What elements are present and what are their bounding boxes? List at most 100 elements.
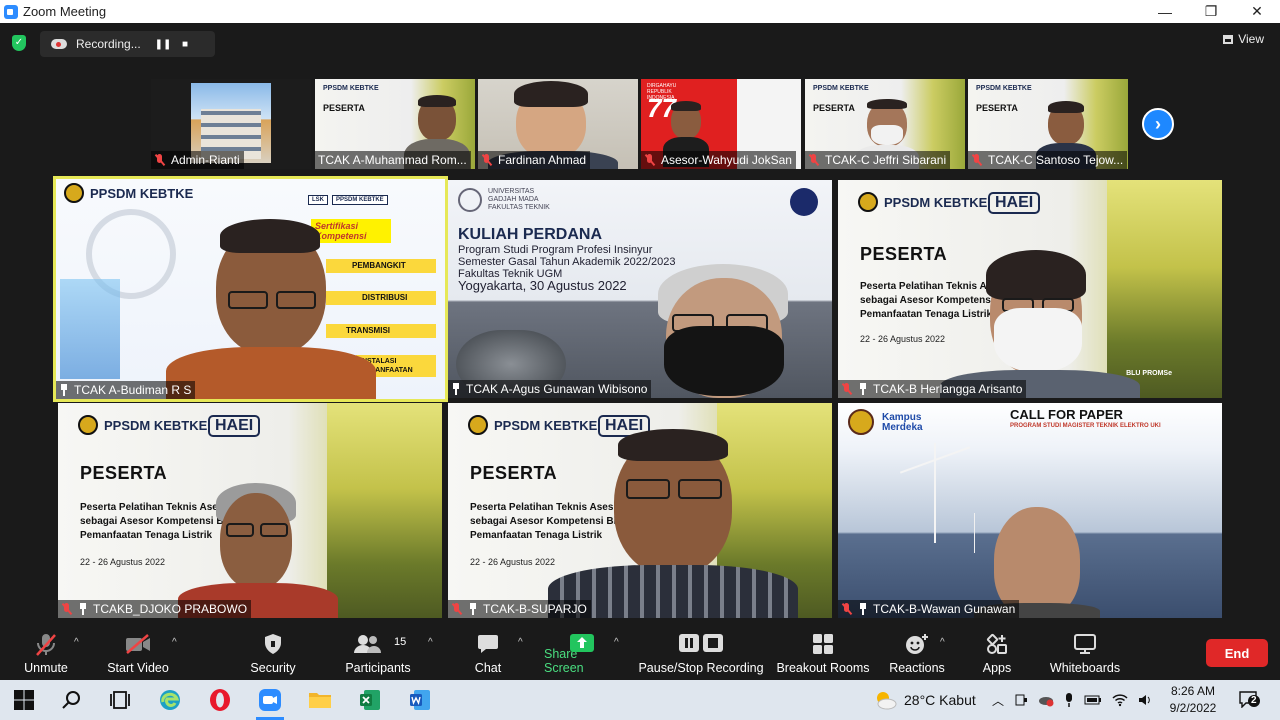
factory-image bbox=[1106, 180, 1222, 398]
security-shield-icon[interactable]: ✓ bbox=[12, 35, 26, 51]
participant-namebar: TCAK-B Herlangga Arisanto bbox=[838, 380, 1027, 398]
view-label: View bbox=[1238, 32, 1264, 46]
ugm-logo-icon bbox=[458, 188, 482, 212]
breakout-rooms-icon bbox=[813, 634, 833, 654]
participant-tile[interactable]: UNIVERSITAS GADJAH MADA FAKULTAS TEKNIK … bbox=[448, 180, 832, 398]
participant-name: TCAK-C Jeffri Sibarani bbox=[825, 153, 947, 167]
illustration-chart bbox=[60, 279, 120, 379]
kebtke-logo: PPSDM KEBTKE bbox=[78, 415, 207, 435]
audio-options-chevron-icon[interactable]: ^ bbox=[74, 637, 79, 648]
sertifikasi-label: Sertifikasi Kompetensi bbox=[311, 219, 391, 243]
participant-tile[interactable]: PPSDM KEBTKE HAEI PESERTA Peserta Pelati… bbox=[838, 180, 1222, 398]
security-button[interactable]: Security bbox=[246, 627, 300, 680]
view-button[interactable]: View bbox=[1223, 32, 1264, 46]
task-view-icon[interactable] bbox=[108, 688, 132, 712]
kebtke-logo: PPSDM KEBTKE bbox=[323, 85, 379, 92]
participant-namebar: TCAK A-Agus Gunawan Wibisono bbox=[448, 380, 652, 398]
microphone-icon[interactable] bbox=[1064, 692, 1074, 708]
participant-name: TCAKB_DJOKO PRABOWO bbox=[93, 602, 248, 616]
chat-button[interactable]: Chat bbox=[470, 627, 506, 680]
participants-options-chevron-icon[interactable]: ^ bbox=[428, 637, 433, 648]
onedrive-offline-icon[interactable] bbox=[1038, 693, 1054, 707]
windows-start-icon[interactable] bbox=[12, 688, 36, 712]
participant-name: TCAK A-Muhammad Rom... bbox=[318, 153, 467, 167]
participant-namebar: TCAK A-Budiman R S bbox=[56, 381, 196, 399]
unmute-button[interactable]: Unmute bbox=[18, 627, 74, 680]
mic-muted-icon bbox=[61, 603, 73, 615]
speaker-icon[interactable] bbox=[1138, 693, 1154, 707]
whiteboards-button[interactable]: Whiteboards bbox=[1046, 627, 1124, 680]
kampus-merdeka-logo: Kampus Merdeka bbox=[882, 412, 923, 433]
video-options-chevron-icon[interactable]: ^ bbox=[172, 637, 177, 648]
participant-tile[interactable]: PPSDM KEBTKE LSK PPSDM KEBTKE Sertifikas… bbox=[53, 176, 448, 402]
search-icon[interactable] bbox=[60, 688, 84, 712]
window-titlebar: Zoom Meeting — ❐ ✕ bbox=[0, 0, 1280, 23]
participant-name: TCAK-B-SUPARJO bbox=[483, 602, 587, 616]
weather-text[interactable]: 28°C Kabut bbox=[904, 692, 976, 708]
shield-icon bbox=[265, 634, 281, 654]
window-controls: — ❐ ✕ bbox=[1142, 0, 1280, 23]
video-off-icon bbox=[126, 634, 150, 654]
next-page-button[interactable]: › bbox=[1142, 108, 1174, 140]
pause-stop-icon bbox=[679, 634, 723, 652]
meet-now-icon[interactable] bbox=[1014, 693, 1028, 707]
stop-recording-button[interactable]: ■ bbox=[174, 34, 196, 54]
reactions-options-chevron-icon[interactable]: ^ bbox=[940, 637, 945, 648]
ft-ugm-seal-icon bbox=[790, 188, 818, 216]
opera-browser-icon[interactable] bbox=[208, 688, 232, 712]
distribusi-label: DISTRIBUSI bbox=[326, 291, 436, 305]
pembangkit-label: PEMBANGKIT bbox=[326, 259, 436, 273]
mic-muted-icon bbox=[971, 154, 983, 166]
notification-center-button[interactable]: 2 bbox=[1238, 690, 1260, 709]
file-explorer-icon[interactable] bbox=[308, 688, 332, 712]
start-video-button[interactable]: Start Video bbox=[104, 627, 172, 680]
share-options-chevron-icon[interactable]: ^ bbox=[614, 637, 619, 648]
participant-name: TCAK-B Herlangga Arisanto bbox=[873, 382, 1023, 396]
wifi-icon[interactable] bbox=[1112, 693, 1128, 707]
pause-recording-button[interactable]: ❚❚ bbox=[152, 34, 174, 54]
participant-namebar: Asesor-Wahyudi JokSan bbox=[641, 151, 796, 169]
smiley-icon bbox=[906, 634, 928, 654]
window-title: Zoom Meeting bbox=[23, 4, 107, 19]
excel-icon[interactable] bbox=[358, 688, 382, 712]
kebtke-logo: PPSDM KEBTKE bbox=[976, 85, 1032, 92]
participant-thumbnail[interactable]: PPSDM KEBTKE PESERTA TCAK-C Santoso Tejo… bbox=[968, 79, 1128, 169]
close-button[interactable]: ✕ bbox=[1234, 0, 1280, 23]
reactions-button[interactable]: Reactions bbox=[886, 627, 948, 680]
show-hidden-icons-chevron-icon[interactable]: ︿ bbox=[992, 692, 1004, 709]
word-icon[interactable] bbox=[408, 688, 432, 712]
chat-options-chevron-icon[interactable]: ^ bbox=[518, 637, 523, 648]
pause-stop-recording-button[interactable]: Pause/Stop Recording bbox=[638, 627, 764, 680]
participant-thumbnail[interactable]: PPSDM KEBTKE PESERTA TCAK-C Jeffri Sibar… bbox=[805, 79, 965, 169]
apps-button[interactable]: Apps bbox=[978, 627, 1016, 680]
zoom-app-icon[interactable] bbox=[258, 688, 282, 712]
restore-button[interactable]: ❐ bbox=[1188, 0, 1234, 23]
pin-icon bbox=[858, 383, 868, 395]
participants-button[interactable]: 15 Participants bbox=[342, 627, 414, 680]
clock[interactable]: 8:26 AM 9/2/2022 bbox=[1160, 683, 1226, 717]
participant-thumbnail[interactable]: Fardinan Ahmad bbox=[478, 79, 638, 169]
battery-icon[interactable] bbox=[1084, 694, 1102, 706]
participant-namebar: TCAK-B-Wawan Gunawan bbox=[838, 600, 1020, 618]
end-meeting-button[interactable]: End bbox=[1206, 639, 1268, 667]
participant-tile[interactable]: PPSDM KEBTKE HAEI PESERTA Peserta Pelati… bbox=[448, 403, 832, 618]
participant-tile[interactable]: Kampus Merdeka CALL FOR PAPER PROGRAM ST… bbox=[838, 403, 1222, 618]
peserta-title: PESERTA bbox=[470, 463, 558, 483]
peserta-title: PESERTA bbox=[976, 103, 1018, 113]
participant-thumbnail[interactable]: PPSDM KEBTKE PESERTA TCAK A-Muhammad Rom… bbox=[315, 79, 475, 169]
kebtke-logo: PPSDM KEBTKE bbox=[813, 85, 869, 92]
edge-browser-icon[interactable] bbox=[158, 688, 182, 712]
view-grid-icon bbox=[1223, 34, 1234, 44]
meeting-area: ✓ Recording... ❚❚ ■ View Admin-Rianti PP… bbox=[0, 23, 1280, 627]
participant-thumbnail[interactable]: DIRGAHAYU REPUBLIK INDONESIA 77 Asesor-W… bbox=[641, 79, 801, 169]
minimize-button[interactable]: — bbox=[1142, 0, 1188, 23]
thumbnail-strip: Admin-Rianti PPSDM KEBTKE PESERTA TCAK A… bbox=[0, 79, 1280, 169]
kebtke-logo: PPSDM KEBTKE bbox=[858, 192, 987, 212]
mic-muted-icon bbox=[154, 154, 166, 166]
breakout-rooms-button[interactable]: Breakout Rooms bbox=[776, 627, 870, 680]
participant-tile[interactable]: PPSDM KEBTKE HAEI PESERTA Peserta Pelati… bbox=[58, 403, 442, 618]
uki-seal-icon bbox=[848, 409, 874, 435]
factory-image bbox=[326, 403, 442, 618]
participant-thumbnail[interactable]: Admin-Rianti bbox=[151, 79, 311, 169]
share-screen-button[interactable]: Share Screen bbox=[544, 627, 620, 680]
